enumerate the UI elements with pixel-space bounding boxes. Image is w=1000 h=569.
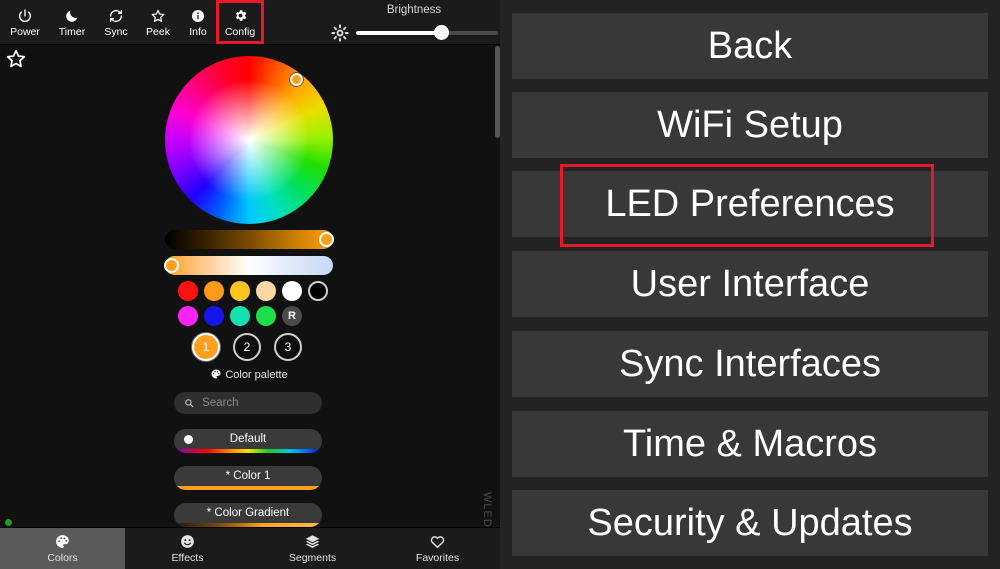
tab-favorites[interactable]: Favorites bbox=[375, 528, 500, 569]
palette-item-color-1[interactable]: * Color 1 bbox=[174, 466, 322, 490]
quick-color-row-2: R bbox=[178, 306, 323, 326]
swatch-peach[interactable] bbox=[256, 281, 276, 301]
config-menu-item-security-updates[interactable]: Security & Updates bbox=[512, 490, 988, 556]
brightness-control: Brightness bbox=[330, 4, 498, 42]
swatch-white[interactable] bbox=[282, 281, 302, 301]
search-input[interactable] bbox=[200, 396, 312, 410]
swatch-magenta[interactable] bbox=[178, 306, 198, 326]
toolbar-button-info[interactable]: Info bbox=[176, 2, 220, 42]
tab-segments[interactable]: Segments bbox=[250, 528, 375, 569]
palette-icon bbox=[211, 369, 221, 379]
info-icon bbox=[190, 6, 206, 25]
sync-icon bbox=[108, 6, 124, 25]
favorite-star-button[interactable] bbox=[5, 48, 27, 70]
search-box[interactable] bbox=[174, 392, 322, 414]
config-menu-item-time-macros[interactable]: Time & Macros bbox=[512, 411, 988, 477]
color-palette-link[interactable]: Color palette bbox=[165, 368, 333, 381]
value-slider[interactable] bbox=[165, 230, 334, 249]
wled-watermark: WLED bbox=[481, 492, 493, 528]
color-palette-label: Color palette bbox=[225, 369, 288, 381]
swatch-red[interactable] bbox=[178, 281, 198, 301]
toolbar-button-peek[interactable]: Peek bbox=[136, 2, 180, 42]
swatch-green[interactable] bbox=[256, 306, 276, 326]
color-slot-2[interactable]: 2 bbox=[233, 333, 261, 361]
color-wheel-marker[interactable] bbox=[289, 73, 303, 87]
config-menu-panel: Back WiFi Setup LED Preferences User Int… bbox=[500, 0, 1000, 569]
palette-item-label: * Color 1 bbox=[225, 470, 271, 482]
tab-label-favorites: Favorites bbox=[415, 552, 460, 564]
tab-colors[interactable]: Colors bbox=[0, 528, 125, 569]
star-outline-icon bbox=[150, 6, 166, 25]
palette-icon bbox=[54, 533, 71, 550]
brightness-label: Brightness bbox=[386, 4, 442, 16]
toolbar-label-timer: Timer bbox=[58, 26, 86, 38]
color-slot-selector: 1 2 3 bbox=[192, 333, 302, 361]
palette-item-label: Default bbox=[229, 433, 267, 445]
swatch-orange[interactable] bbox=[204, 281, 224, 301]
swatch-random[interactable]: R bbox=[282, 306, 302, 326]
swatch-amber[interactable] bbox=[230, 281, 250, 301]
toolbar-label-config: Config bbox=[224, 26, 256, 38]
quick-color-row-1 bbox=[178, 281, 328, 301]
toolbar-label-power: Power bbox=[10, 26, 40, 38]
connection-status-indicator bbox=[5, 519, 12, 526]
tab-label-segments: Segments bbox=[288, 552, 337, 564]
top-toolbar: Power Timer Sync Peek Info Config Bright… bbox=[0, 0, 500, 45]
toolbar-label-info: Info bbox=[189, 26, 207, 38]
moon-icon bbox=[64, 6, 80, 25]
swatch-blue[interactable] bbox=[204, 306, 224, 326]
palette-preview-bar bbox=[174, 486, 322, 490]
color-wheel[interactable] bbox=[165, 56, 333, 224]
toolbar-button-config[interactable]: Config bbox=[216, 0, 264, 44]
config-menu-item-led-preferences[interactable]: LED Preferences bbox=[512, 171, 988, 237]
heart-icon bbox=[429, 533, 446, 550]
toolbar-button-power[interactable]: Power bbox=[3, 2, 47, 42]
toolbar-label-sync: Sync bbox=[104, 26, 128, 38]
palette-item-default[interactable]: Default bbox=[174, 429, 322, 453]
wled-control-panel: Power Timer Sync Peek Info Config Bright… bbox=[0, 0, 500, 569]
brightness-slider[interactable] bbox=[330, 24, 498, 42]
brightness-track[interactable] bbox=[356, 31, 498, 35]
palette-preview-bar bbox=[174, 449, 322, 453]
white-balance-slider[interactable] bbox=[164, 256, 333, 275]
power-icon bbox=[17, 6, 33, 25]
palette-item-color-gradient[interactable]: * Color Gradient bbox=[174, 503, 322, 527]
tab-effects[interactable]: Effects bbox=[125, 528, 250, 569]
gear-icon bbox=[233, 6, 248, 25]
toolbar-button-timer[interactable]: Timer bbox=[50, 2, 94, 42]
color-slot-3[interactable]: 3 bbox=[274, 333, 302, 361]
brightness-fill bbox=[356, 31, 442, 35]
palette-item-label: * Color Gradient bbox=[206, 507, 290, 519]
swatch-turquoise[interactable] bbox=[230, 306, 250, 326]
tab-label-colors: Colors bbox=[47, 552, 78, 564]
layers-icon bbox=[304, 533, 321, 550]
swatch-black[interactable] bbox=[308, 281, 328, 301]
quick-color-swatches: R bbox=[178, 281, 328, 331]
bottom-tab-bar: Colors Effects Segments Favorites bbox=[0, 527, 500, 569]
wled-app-window: Power Timer Sync Peek Info Config Bright… bbox=[0, 0, 1000, 569]
smiley-icon bbox=[179, 533, 196, 550]
white-balance-slider-thumb[interactable] bbox=[164, 258, 180, 273]
brightness-icon bbox=[331, 24, 349, 42]
tab-label-effects: Effects bbox=[171, 552, 204, 564]
config-menu-item-user-interface[interactable]: User Interface bbox=[512, 251, 988, 317]
color-wheel-surface[interactable] bbox=[165, 56, 333, 224]
toolbar-button-sync[interactable]: Sync bbox=[94, 2, 138, 42]
config-menu-item-back[interactable]: Back bbox=[512, 13, 988, 79]
search-icon bbox=[185, 399, 194, 408]
toolbar-label-peek: Peek bbox=[146, 26, 170, 38]
config-menu-item-wifi-setup[interactable]: WiFi Setup bbox=[512, 92, 988, 158]
config-menu-item-sync-interfaces[interactable]: Sync Interfaces bbox=[512, 331, 988, 397]
color-slot-1[interactable]: 1 bbox=[192, 333, 220, 361]
value-slider-thumb[interactable] bbox=[318, 232, 334, 247]
brightness-thumb[interactable] bbox=[434, 25, 450, 40]
